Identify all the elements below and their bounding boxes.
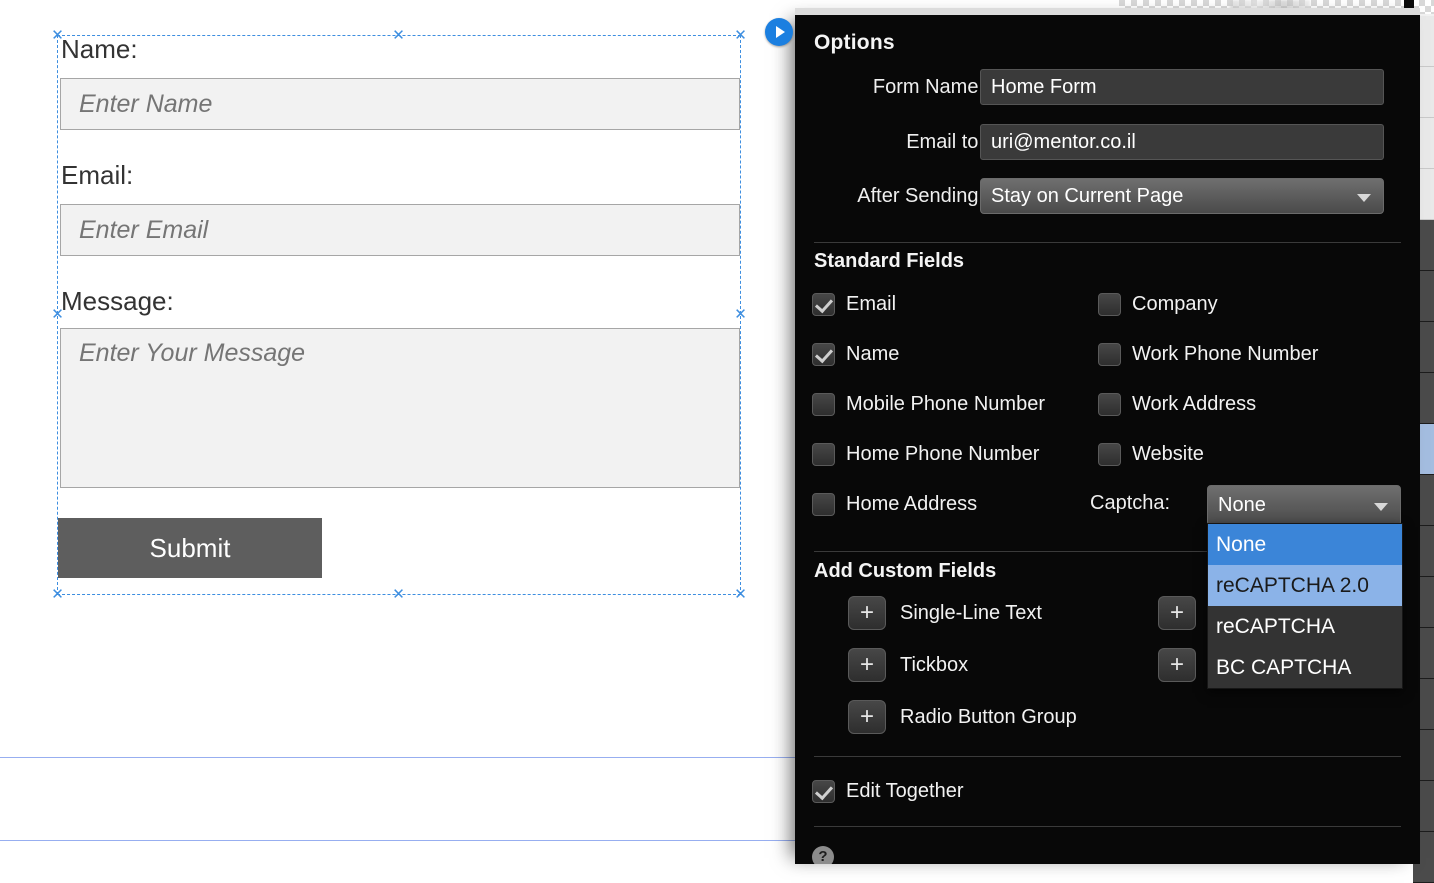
checkbox-work-phone-number[interactable]: Work Phone Number [1098, 339, 1318, 369]
captcha-dropdown-list[interactable]: None reCAPTCHA 2.0 reCAPTCHA BC CAPTCHA [1207, 523, 1403, 689]
form-name-label: Form Name: [872, 76, 984, 98]
add-custom-fields-title: Add Custom Fields [814, 560, 997, 582]
play-triangle [776, 26, 785, 38]
standard-fields-title: Standard Fields [814, 250, 965, 272]
checkbox-label: Mobile Phone Number [846, 392, 1045, 415]
checkbox-icon[interactable] [1098, 292, 1121, 316]
captcha-value: None [1218, 494, 1266, 516]
checkbox-icon[interactable] [1098, 392, 1121, 416]
message-field-label: Message: [61, 286, 174, 316]
panel-top-edge [795, 8, 1420, 15]
tickbox-label: Tickbox [900, 654, 969, 676]
divider [814, 756, 1401, 757]
checkbox-label: Name [846, 342, 900, 365]
single-line-text-label: Single-Line Text [900, 602, 1042, 624]
add-radio-button-group-button[interactable]: + [848, 700, 886, 734]
checkbox-home-address[interactable]: Home Address [812, 489, 977, 519]
checkbox-edit-together[interactable]: Edit Together [812, 776, 964, 806]
resize-handle-top-right[interactable]: ✕ [734, 28, 747, 43]
add-custom-field-button-right-1[interactable]: + [1158, 596, 1196, 630]
radio-button-group-label: Radio Button Group [900, 706, 1077, 728]
checkbox-name[interactable]: Name [812, 339, 899, 369]
divider [814, 242, 1401, 243]
guide-line-top [0, 757, 795, 758]
checkbox-label: Work Address [1132, 392, 1257, 415]
email-field-label: Email: [61, 160, 134, 190]
checkbox-label: Website [1132, 442, 1204, 465]
message-input[interactable] [60, 328, 740, 488]
resize-handle-bottom-right[interactable]: ✕ [734, 587, 747, 602]
checkbox-icon[interactable] [812, 392, 835, 416]
checkbox-website[interactable]: Website [1098, 439, 1204, 469]
checkbox-icon[interactable] [812, 292, 835, 316]
checkbox-icon[interactable] [812, 342, 835, 366]
checkbox-work-address[interactable]: Work Address [1098, 389, 1256, 419]
checkbox-icon[interactable] [812, 779, 835, 803]
form-name-input[interactable]: Home Form [980, 69, 1384, 105]
checkbox-icon[interactable] [812, 442, 835, 466]
resize-handle-middle-right[interactable]: ✕ [734, 307, 747, 322]
form-options-panel: Options Form Name: Home Form Email to: u… [795, 14, 1420, 864]
email-to-label: Email to: [906, 131, 984, 153]
checkbox-icon[interactable] [1098, 342, 1121, 366]
checkbox-label: Work Phone Number [1132, 342, 1319, 365]
chevron-down-icon [1357, 194, 1371, 202]
name-field-label: Name: [61, 34, 138, 64]
after-sending-label: After Sending: [857, 185, 984, 207]
name-input[interactable] [60, 78, 740, 130]
after-sending-value: Stay on Current Page [991, 185, 1184, 207]
email-input[interactable] [60, 204, 740, 256]
website-canvas[interactable]: ✕ ✕ ✕ ✕ ✕ ✕ ✕ ✕ Name: Email: Message: Su… [0, 0, 795, 864]
resize-handle-top-middle[interactable]: ✕ [392, 28, 405, 43]
submit-button[interactable]: Submit [58, 518, 322, 578]
resize-handle-bottom-middle[interactable]: ✕ [392, 587, 405, 602]
checkbox-label: Email [846, 292, 897, 315]
dropdown-option-recaptcha-2-0[interactable]: reCAPTCHA 2.0 [1208, 565, 1402, 606]
captcha-label: Captcha: [1090, 492, 1171, 514]
add-tickbox-button[interactable]: + [848, 648, 886, 682]
checkbox-company[interactable]: Company [1098, 289, 1218, 319]
checkbox-home-phone-number[interactable]: Home Phone Number [812, 439, 1039, 469]
checkbox-label: Edit Together [846, 779, 964, 802]
checkbox-mobile-phone-number[interactable]: Mobile Phone Number [812, 389, 1045, 419]
divider [814, 826, 1401, 827]
checkbox-icon[interactable] [812, 492, 835, 516]
checkbox-icon[interactable] [1098, 442, 1121, 466]
email-to-input[interactable]: uri@mentor.co.il [980, 124, 1384, 160]
panel-title: Options [814, 31, 895, 54]
add-single-line-text-button[interactable]: + [848, 596, 886, 630]
add-custom-field-button-right-2[interactable]: + [1158, 648, 1196, 682]
dropdown-option-bc-captcha[interactable]: BC CAPTCHA [1208, 647, 1402, 688]
dropdown-option-none[interactable]: None [1208, 524, 1402, 565]
dropdown-option-recaptcha[interactable]: reCAPTCHA [1208, 606, 1402, 647]
checkbox-email[interactable]: Email [812, 289, 896, 319]
checkbox-label: Home Phone Number [846, 442, 1040, 465]
captcha-select[interactable]: None [1207, 485, 1401, 526]
guide-line-bottom [0, 840, 795, 841]
resize-handle-bottom-left[interactable]: ✕ [51, 587, 64, 602]
chevron-down-icon [1374, 503, 1388, 511]
checkbox-label: Home Address [846, 492, 978, 515]
help-icon[interactable]: ? [812, 846, 834, 864]
after-sending-select[interactable]: Stay on Current Page [980, 178, 1384, 214]
checkbox-label: Company [1132, 292, 1218, 315]
play-icon[interactable] [765, 18, 793, 46]
